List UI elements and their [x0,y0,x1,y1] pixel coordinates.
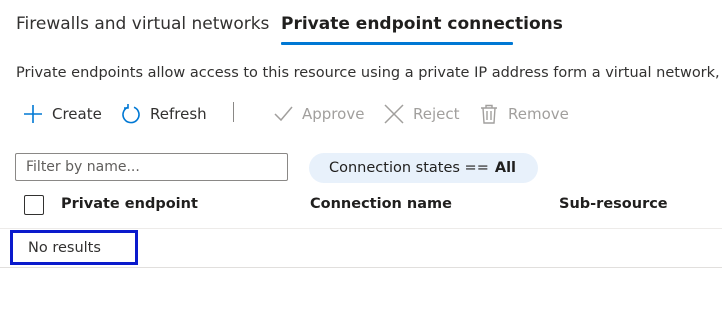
table-header: Private endpoint Connection name Sub-res… [0,190,722,229]
no-results-message: No results [10,230,138,265]
remove-label: Remove [508,105,569,123]
refresh-button[interactable]: Refresh [120,98,207,130]
description-text: Private endpoints allow access to this r… [16,65,722,81]
select-all-checkbox[interactable] [24,195,44,215]
create-button[interactable]: Create [22,98,102,130]
remove-button[interactable]: Remove [478,98,569,130]
selected-tab-indicator [281,42,513,45]
private-endpoint-page: Firewalls and virtual networks Private e… [0,0,722,336]
reject-button[interactable]: Reject [383,98,460,130]
tab-firewalls-virtual-networks[interactable]: Firewalls and virtual networks [16,12,269,36]
create-label: Create [52,105,102,123]
tab-bar: Firewalls and virtual networks Private e… [0,0,722,52]
trash-icon [478,103,500,125]
tab-private-endpoint-connections[interactable]: Private endpoint connections [281,12,563,36]
command-toolbar: Create Refresh Approve Reject Remove [0,98,722,130]
approve-button[interactable]: Approve [272,98,364,130]
column-header-connection-name[interactable]: Connection name [310,196,452,212]
column-header-sub-resource[interactable]: Sub-resource [559,196,668,212]
checkmark-icon [272,103,294,125]
connection-states-filter-pill[interactable]: Connection states == All [309,153,539,183]
connection-states-label: Connection states == [329,160,489,176]
approve-label: Approve [302,105,365,123]
toolbar-separator [233,102,234,122]
refresh-label: Refresh [150,105,207,123]
filter-by-name-input[interactable] [15,153,288,181]
refresh-icon [120,103,142,125]
plus-icon [22,103,44,125]
column-header-private-endpoint[interactable]: Private endpoint [61,196,198,212]
reject-label: Reject [413,105,460,123]
close-icon [383,103,405,125]
table-row: No results [0,229,722,268]
connection-states-value: All [494,160,517,176]
